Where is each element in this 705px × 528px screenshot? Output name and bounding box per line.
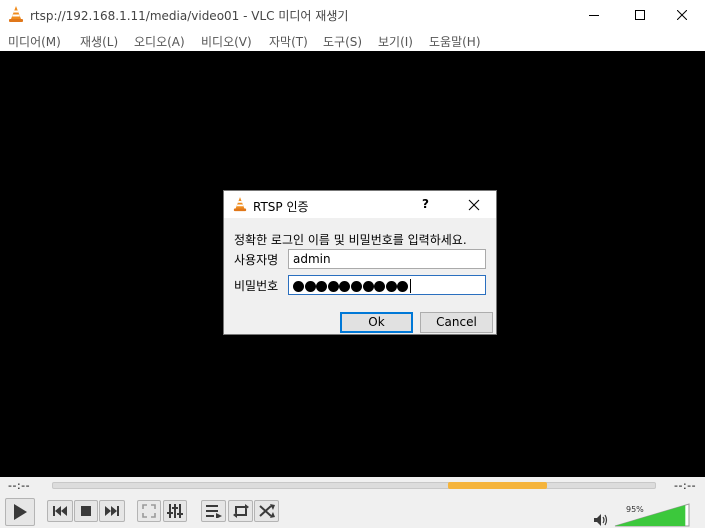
dialog-title: RTSP 인증 [253,200,309,214]
play-icon [14,504,27,520]
username-label: 사용자명 [234,253,279,267]
seek-slider[interactable] [52,482,656,489]
password-label: 비밀번호 [234,279,279,293]
elapsed-time: --:-- [8,479,31,492]
menu-subtitle[interactable]: 자막(T) [269,33,308,50]
stop-button[interactable] [74,500,98,522]
next-icon [105,506,119,516]
title-bar: rtsp://192.168.1.11/media/video01 - VLC … [0,0,705,29]
cancel-button[interactable]: Cancel [420,312,493,333]
stop-icon [81,506,91,516]
rtsp-auth-dialog: RTSP 인증 ? 정확한 로그인 이름 및 비밀번호를 입력하세요. 사용자명… [223,190,497,335]
speaker-icon[interactable] [594,514,608,526]
previous-icon [53,506,67,516]
loop-button[interactable] [228,500,253,522]
username-field[interactable]: admin [288,249,486,269]
volume-slider[interactable] [614,503,690,527]
menu-bar: 미디어(M) 재생(L) 오디오(A) 비디오(V) 자막(T) 도구(S) 보… [0,29,705,51]
password-dot [362,280,374,292]
close-icon [677,9,687,20]
password-mask [293,279,411,293]
dialog-message: 정확한 로그인 이름 및 비밀번호를 입력하세요. [234,233,467,247]
maximize-icon [635,9,645,20]
vlc-cone-icon [9,6,23,22]
maximize-button[interactable] [617,0,663,29]
password-dot [397,280,409,292]
minimize-button[interactable] [571,0,617,29]
buffer-indicator [447,482,548,489]
menu-tools[interactable]: 도구(S) [323,33,362,50]
text-caret [409,279,411,293]
password-dot [339,280,351,292]
shuffle-button[interactable] [254,500,279,522]
password-dot [385,280,397,292]
menu-playback[interactable]: 재생(L) [80,33,118,50]
dialog-close-icon[interactable] [467,198,481,212]
playlist-button[interactable] [201,500,226,522]
shuffle-icon [258,504,275,518]
password-dot [350,280,362,292]
menu-help[interactable]: 도움말(H) [429,33,481,50]
control-bar: 95% [0,495,705,528]
remaining-time[interactable]: --:-- [674,479,696,492]
next-button[interactable] [99,500,125,522]
password-dot [304,280,316,292]
play-button[interactable] [5,498,35,526]
fullscreen-icon [142,504,156,518]
seek-row: --:-- --:-- [0,477,705,495]
equalizer-icon [167,504,183,518]
password-dot [327,280,339,292]
fullscreen-button[interactable] [137,500,161,522]
previous-button[interactable] [47,500,73,522]
loop-icon [232,504,249,518]
playlist-icon [205,504,222,518]
password-dot [316,280,328,292]
menu-video[interactable]: 비디오(V) [201,33,252,50]
dialog-help-button[interactable]: ? [422,197,429,211]
extended-settings-button[interactable] [163,500,187,522]
vlc-cone-icon [233,197,247,212]
dialog-title-bar: RTSP 인증 ? [224,191,496,218]
password-dot [293,280,304,292]
window-title: rtsp://192.168.1.11/media/video01 - VLC … [30,9,349,23]
menu-view[interactable]: 보기(I) [378,33,413,50]
password-field[interactable] [288,275,486,295]
password-dot [374,280,386,292]
minimize-icon [589,14,599,16]
ok-button[interactable]: Ok [340,312,413,333]
menu-audio[interactable]: 오디오(A) [134,33,185,50]
menu-media[interactable]: 미디어(M) [8,33,61,50]
close-button[interactable] [659,0,705,29]
